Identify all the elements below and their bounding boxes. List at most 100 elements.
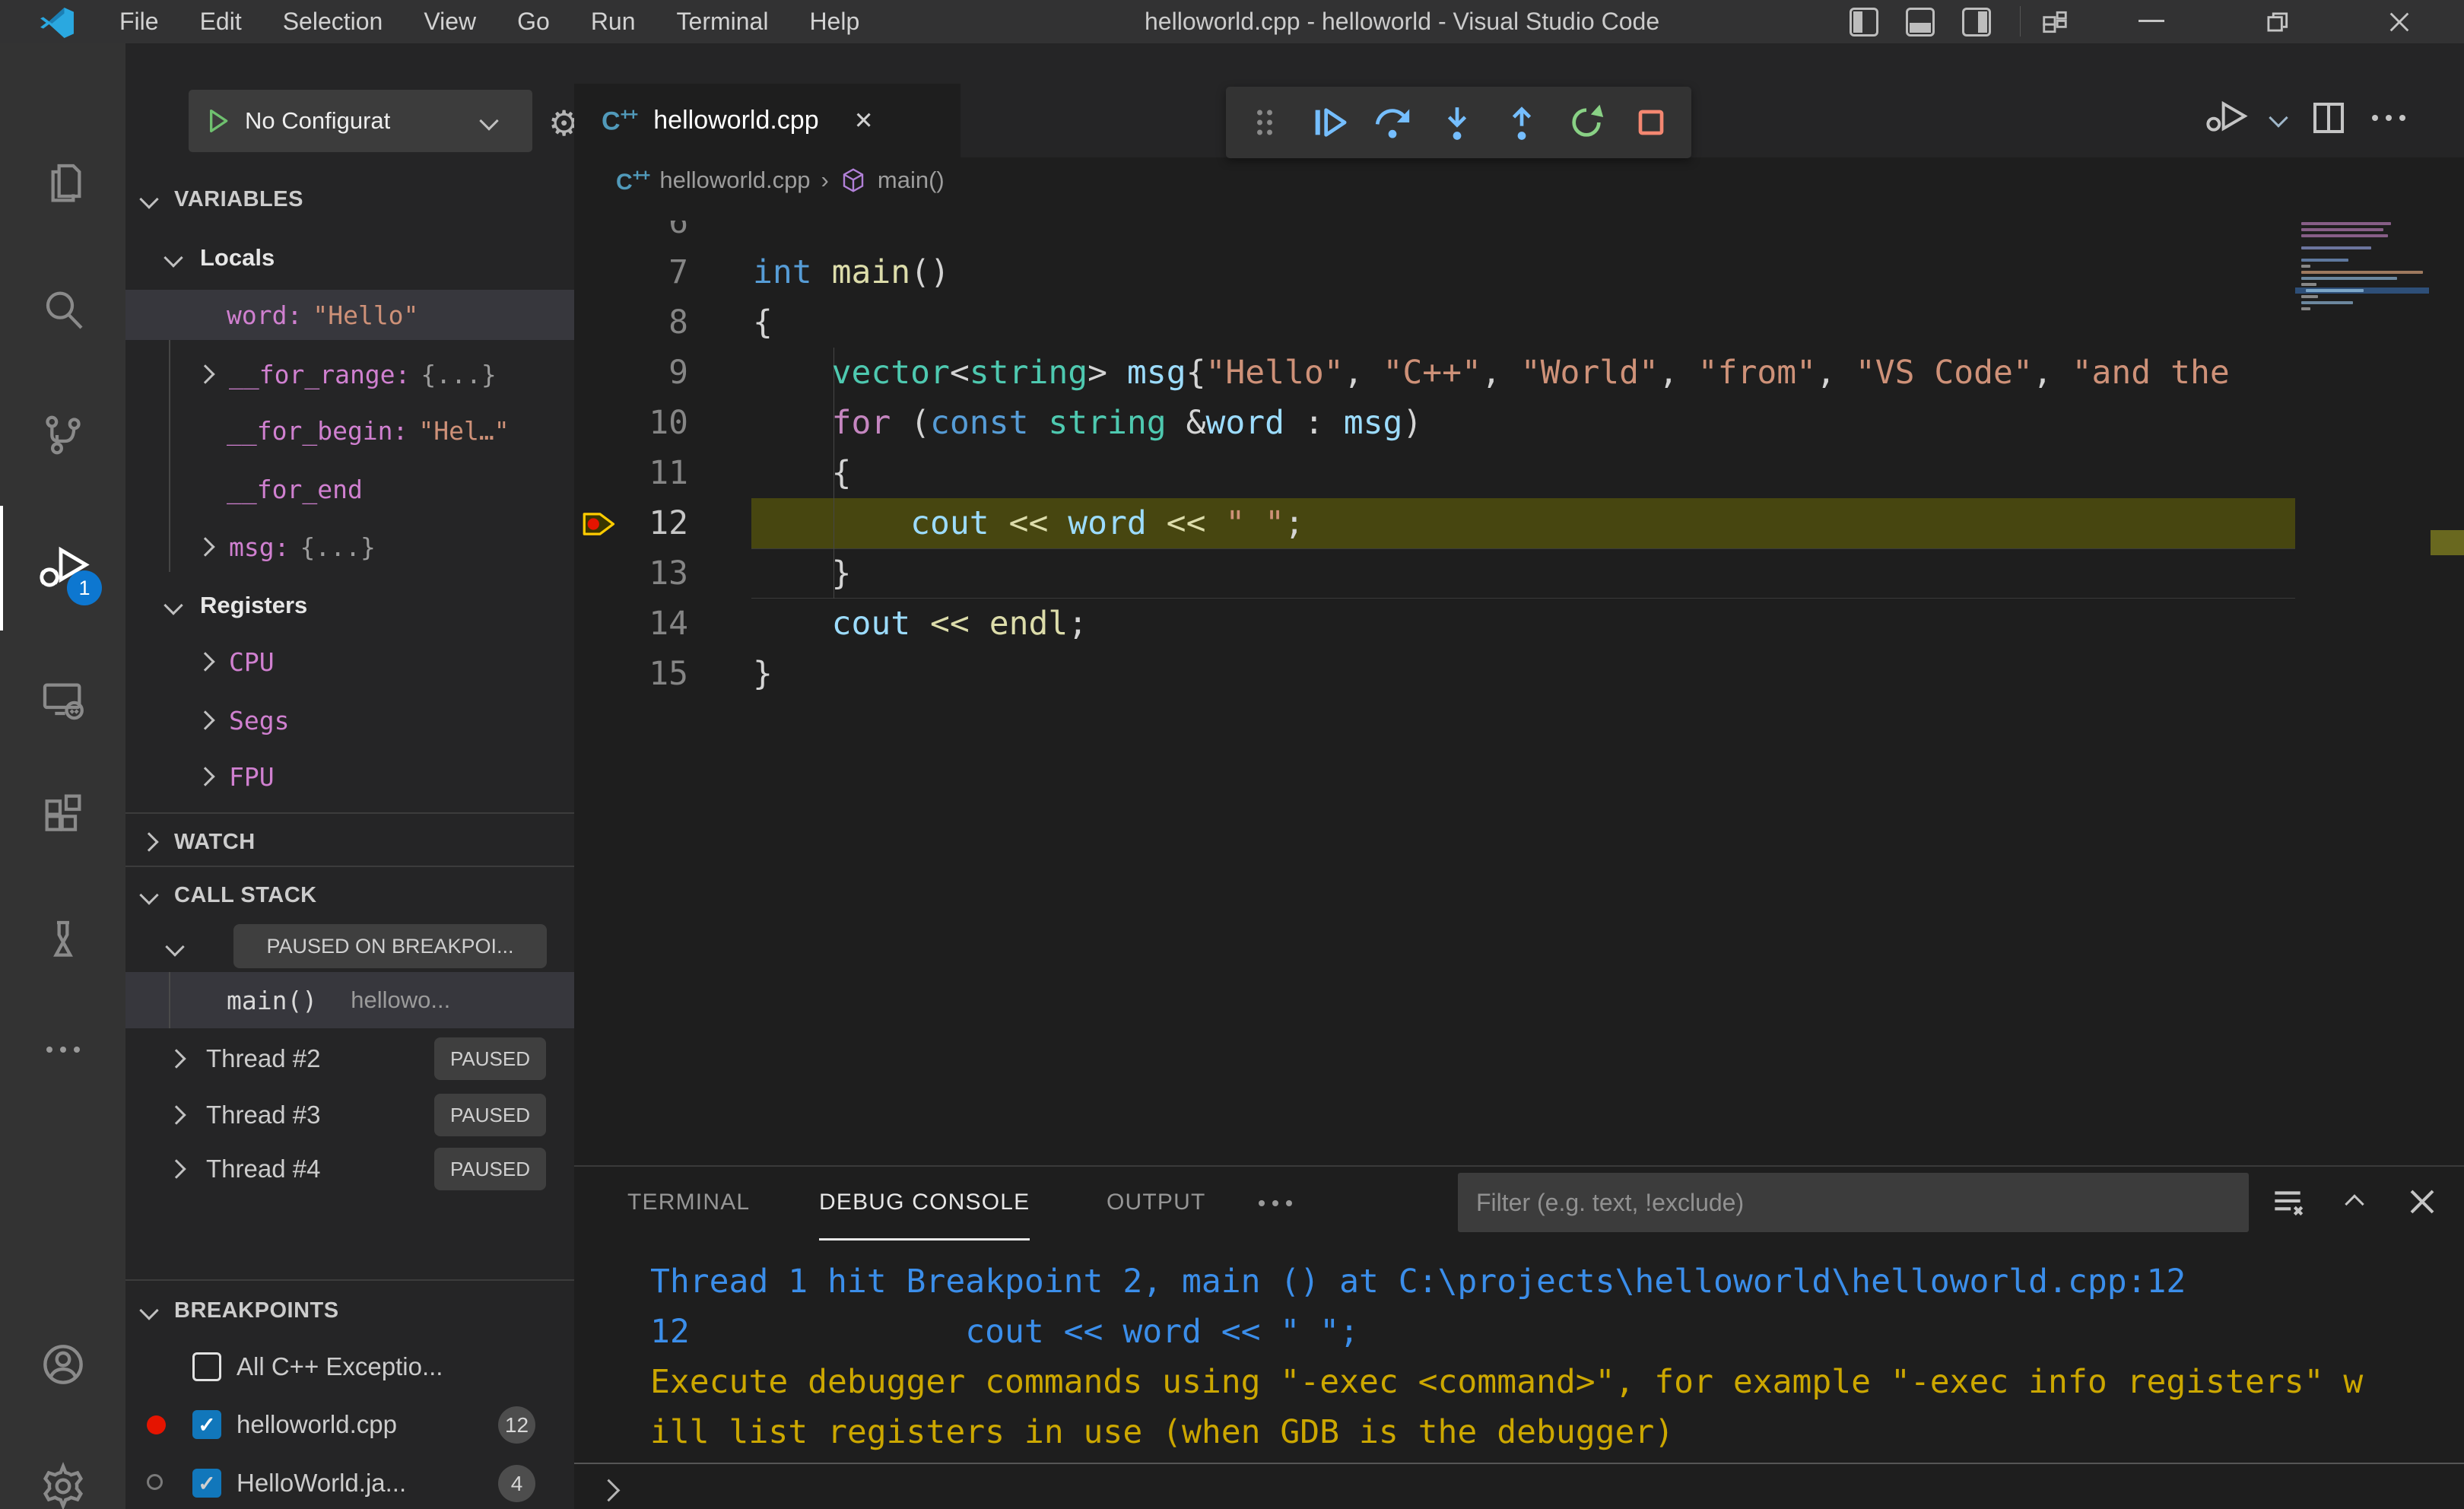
- variables-section-header[interactable]: VARIABLES: [125, 174, 574, 224]
- toggle-secondary-sidebar-icon[interactable]: [1962, 8, 1991, 37]
- breadcrumb-file[interactable]: helloworld.cpp: [659, 167, 810, 194]
- debug-console-output[interactable]: Thread 1 hit Breakpoint 2, main () at C:…: [650, 1256, 2363, 1457]
- menu-selection[interactable]: Selection: [262, 0, 404, 43]
- thread-status-badge: PAUSED: [434, 1094, 546, 1136]
- breadcrumbs[interactable]: C++ helloworld.cpp › main(): [574, 157, 2464, 203]
- code-line-15: 15 }: [649, 655, 773, 693]
- code-area[interactable]: 6 7 int main() 8 { 9 vector<string> msg{…: [574, 221, 2464, 1171]
- menu-terminal[interactable]: Terminal: [656, 0, 789, 43]
- register-group-cpu[interactable]: CPU: [125, 637, 574, 687]
- restore-button[interactable]: [2262, 8, 2291, 37]
- maximize-panel-chevron-icon[interactable]: [2345, 1194, 2364, 1214]
- tab-terminal[interactable]: TERMINAL: [627, 1167, 750, 1238]
- callstack-thread-4[interactable]: Thread #4 PAUSED: [125, 1141, 574, 1197]
- breakpoints-section-header[interactable]: BREAKPOINTS: [125, 1285, 574, 1336]
- overview-ruler-marker: [2431, 530, 2464, 555]
- code-line-14: 14 cout << endl;: [649, 605, 1088, 643]
- breakpoint-all-cpp-exceptions[interactable]: All C++ Exceptio...: [125, 1342, 574, 1392]
- editor-actions: [2202, 97, 2405, 139]
- step-into-icon[interactable]: [1436, 101, 1478, 144]
- console-line: Thread 1 hit Breakpoint 2, main () at C:…: [650, 1263, 2186, 1301]
- close-panel-icon[interactable]: [2404, 1183, 2440, 1220]
- checkbox-checked[interactable]: ✓: [192, 1469, 221, 1498]
- stop-icon[interactable]: [1630, 101, 1672, 144]
- paused-on-breakpoint-badge: PAUSED ON BREAKPOI...: [233, 924, 547, 968]
- tab-helloworld-cpp[interactable]: C++ helloworld.cpp ✕: [574, 84, 961, 157]
- continue-icon[interactable]: [1307, 101, 1349, 144]
- extensions-icon[interactable]: [0, 766, 125, 865]
- register-group-fpu[interactable]: FPU: [125, 751, 574, 802]
- callstack-frame-main[interactable]: main() hellowo...: [125, 972, 574, 1028]
- breakpoint-dot-icon: [147, 1415, 166, 1434]
- chevron-down-icon: [479, 111, 499, 131]
- callstack-thread-2[interactable]: Thread #2 PAUSED: [125, 1031, 574, 1087]
- breakpoint-helloworld-java[interactable]: ✓ HelloWorld.ja... 4: [125, 1458, 574, 1508]
- watch-section-header[interactable]: WATCH: [125, 817, 574, 867]
- close-tab-icon[interactable]: ✕: [854, 107, 874, 135]
- console-line: ill list registers in use (when GDB is t…: [650, 1413, 1675, 1451]
- menu-run[interactable]: Run: [570, 0, 656, 43]
- menu-edit[interactable]: Edit: [179, 0, 262, 43]
- panel-more-tabs-icon[interactable]: [1259, 1200, 1292, 1206]
- run-dropdown-chevron-icon[interactable]: [2269, 108, 2288, 128]
- console-filter-input[interactable]: [1458, 1173, 2249, 1232]
- tab-output[interactable]: OUTPUT: [1107, 1167, 1206, 1238]
- menu-file[interactable]: File: [99, 0, 179, 43]
- customize-layout-icon[interactable]: [2040, 8, 2070, 37]
- breakpoint-helloworld-cpp[interactable]: ✓ helloworld.cpp 12: [125, 1399, 574, 1450]
- clear-console-icon[interactable]: [2269, 1183, 2307, 1221]
- checkbox-unchecked[interactable]: [192, 1352, 221, 1381]
- breakpoint-count-badge: 12: [498, 1406, 535, 1444]
- breadcrumb-symbol[interactable]: main(): [878, 167, 945, 194]
- minimap[interactable]: [2295, 203, 2429, 1171]
- callstack-section-header[interactable]: CALL STACK: [125, 870, 574, 920]
- variable-msg[interactable]: msg: {...}: [125, 522, 574, 572]
- source-control-icon[interactable]: [0, 386, 125, 484]
- menu-go[interactable]: Go: [497, 0, 570, 43]
- debug-settings-gear-icon[interactable]: ⚙: [548, 103, 574, 144]
- code-line-8: 8 {: [668, 303, 773, 342]
- start-debug-play-icon[interactable]: [202, 106, 233, 136]
- step-over-icon[interactable]: [1371, 101, 1414, 144]
- console-line: 12 cout << word << " ";: [650, 1313, 1359, 1351]
- code-line-12: 12 cout << word << " ";: [574, 498, 2464, 548]
- variable-for-end[interactable]: __for_end: [125, 464, 574, 514]
- settings-gear-icon[interactable]: [0, 1437, 125, 1509]
- explorer-icon[interactable]: [0, 135, 125, 233]
- step-out-icon[interactable]: [1500, 101, 1543, 144]
- split-editor-icon[interactable]: [2308, 97, 2349, 138]
- title-bar: File Edit Selection View Go Run Terminal…: [0, 0, 2464, 43]
- checkbox-checked[interactable]: ✓: [192, 1410, 221, 1439]
- callstack-thread-1[interactable]: PAUSED ON BREAKPOI...: [125, 922, 574, 972]
- tab-debug-console[interactable]: DEBUG CONSOLE: [819, 1167, 1030, 1241]
- more-actions-icon[interactable]: [0, 1000, 125, 1099]
- toggle-sidebar-icon[interactable]: [1850, 8, 1878, 37]
- variable-word[interactable]: word: "Hello": [125, 290, 574, 340]
- variable-for-range[interactable]: __for_range: {...}: [125, 349, 574, 399]
- run-debug-action-icon[interactable]: [2202, 97, 2249, 139]
- close-window-button[interactable]: [2386, 9, 2412, 35]
- scope-locals[interactable]: Locals: [125, 233, 574, 283]
- testing-icon[interactable]: [0, 891, 125, 990]
- menu-help[interactable]: Help: [789, 0, 880, 43]
- code-line-10: 10 for (const string &word : msg): [649, 404, 1423, 442]
- remote-explorer-icon[interactable]: [0, 652, 125, 751]
- editor-more-actions-icon[interactable]: [2372, 115, 2405, 121]
- run-and-debug-icon[interactable]: 1: [0, 519, 125, 618]
- register-group-segs[interactable]: Segs: [125, 695, 574, 745]
- toggle-panel-icon[interactable]: [1906, 8, 1935, 37]
- console-input[interactable]: [643, 1469, 2415, 1507]
- search-icon[interactable]: [0, 260, 125, 359]
- variable-for-begin[interactable]: __for_begin: "Hel…": [125, 405, 574, 456]
- scope-registers[interactable]: Registers: [125, 580, 574, 631]
- callstack-thread-3[interactable]: Thread #3 PAUSED: [125, 1087, 574, 1143]
- console-input-divider: [574, 1463, 2464, 1464]
- menu-view[interactable]: View: [403, 0, 497, 43]
- restart-icon[interactable]: [1565, 101, 1608, 144]
- toolbar-drag-handle[interactable]: [1245, 103, 1284, 142]
- run-debug-sidebar: No Configurat ⚙ VARIABLES Locals word: "…: [125, 43, 574, 1509]
- debug-config-dropdown[interactable]: No Configurat: [189, 90, 532, 152]
- activity-bar: 1: [0, 43, 125, 1509]
- minimize-button[interactable]: [2139, 20, 2164, 22]
- account-icon[interactable]: [0, 1315, 125, 1414]
